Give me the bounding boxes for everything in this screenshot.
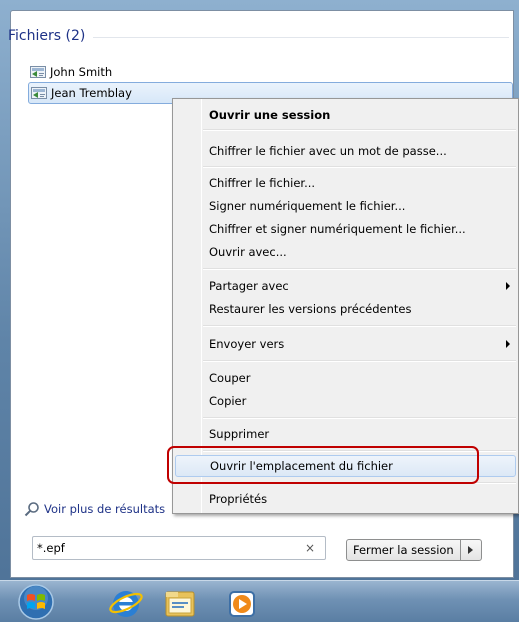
menu-item-sign-file[interactable]: Signer numériquement le fichier... (175, 195, 516, 217)
certificate-file-icon (31, 87, 47, 99)
menu-item-encrypt-file[interactable]: Chiffrer le fichier... (175, 172, 516, 194)
menu-separator (203, 417, 516, 419)
menu-separator (203, 325, 516, 327)
shutdown-options-button[interactable] (459, 539, 482, 561)
menu-item-restore-versions[interactable]: Restaurer les versions précédentes (175, 298, 516, 320)
menu-item-label: Partager avec (209, 279, 289, 293)
result-item-label: Jean Tremblay (51, 86, 132, 100)
annotation-highlight-box (167, 446, 479, 484)
see-more-label: Voir plus de résultats (44, 502, 166, 516)
windows-explorer-icon[interactable] (160, 584, 200, 622)
log-off-button[interactable]: Fermer la session (346, 539, 461, 561)
certificate-file-icon (30, 66, 46, 78)
submenu-arrow-icon (506, 282, 510, 290)
result-item-label: John Smith (50, 65, 113, 79)
menu-item-share-with[interactable]: Partager avec (175, 275, 516, 297)
menu-item-encrypt-and-sign[interactable]: Chiffrer et signer numériquement le fich… (175, 218, 516, 240)
menu-item-open-session[interactable]: Ouvrir une session (175, 104, 516, 126)
section-title[interactable]: Fichiers (2) (8, 28, 85, 44)
taskbar (0, 580, 519, 622)
menu-separator (203, 360, 516, 362)
menu-item-copy[interactable]: Copier (175, 390, 516, 412)
search-input[interactable] (37, 541, 277, 555)
magnifier-icon (24, 502, 39, 517)
search-box[interactable]: × (32, 536, 326, 560)
menu-separator (203, 129, 516, 131)
menu-item-send-to[interactable]: Envoyer vers (175, 333, 516, 355)
menu-item-encrypt-with-password[interactable]: Chiffrer le fichier avec un mot de passe… (175, 140, 516, 162)
menu-item-open-with[interactable]: Ouvrir avec... (175, 241, 516, 263)
menu-item-properties[interactable]: Propriétés (175, 488, 516, 510)
results-section-header: Fichiers (2) (8, 26, 509, 46)
windows-start-orb[interactable] (16, 583, 56, 621)
chevron-right-icon (468, 546, 474, 554)
menu-separator (203, 166, 516, 168)
result-item-john-smith[interactable]: John Smith (30, 62, 230, 82)
submenu-arrow-icon (506, 340, 510, 348)
windows-media-player-icon[interactable] (222, 584, 262, 622)
menu-item-delete[interactable]: Supprimer (175, 423, 516, 445)
menu-separator (203, 268, 516, 270)
menu-item-cut[interactable]: Couper (175, 367, 516, 389)
shutdown-group: Fermer la session (346, 539, 482, 561)
menu-item-label: Envoyer vers (209, 337, 285, 351)
see-more-results-link[interactable]: Voir plus de résultats (24, 500, 165, 518)
internet-explorer-icon[interactable] (106, 584, 146, 622)
section-divider (93, 36, 509, 38)
clear-search-icon[interactable]: × (305, 541, 315, 555)
